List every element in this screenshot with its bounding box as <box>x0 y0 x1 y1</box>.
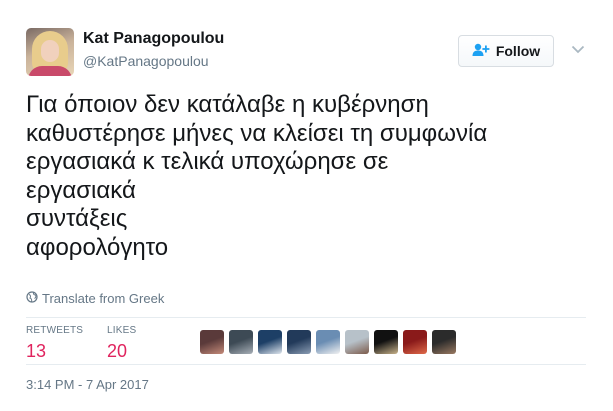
author-name[interactable]: Kat Panagopoulou <box>83 30 224 48</box>
add-user-icon <box>472 43 490 60</box>
tweet-line: Για όποιον δεν κατάλαβε η κυβέρνηση <box>26 91 429 118</box>
translate-link[interactable]: Translate from Greek <box>26 291 164 306</box>
divider <box>26 364 586 365</box>
liker-avatar-7[interactable] <box>374 330 398 354</box>
liker-avatar-4[interactable] <box>287 330 311 354</box>
tweet-line: συντάξεις <box>26 205 128 232</box>
retweets-count: 13 <box>26 341 47 361</box>
tweet-line: καθυστέρησε μήνες να κλείσει τη συμφωνία <box>26 119 488 147</box>
tweet-timestamp[interactable]: 3:14 PM - 7 Apr 2017 <box>26 377 149 392</box>
tweet-line: εργασιακά <box>26 176 136 204</box>
author-handle[interactable]: @KatPanagopoulou <box>83 53 209 69</box>
follow-button[interactable]: Follow <box>458 35 554 67</box>
likes-label: LIKES <box>107 325 137 336</box>
chevron-down-icon[interactable] <box>570 41 586 57</box>
liker-avatar-2[interactable] <box>229 330 253 354</box>
author-avatar[interactable] <box>26 28 74 76</box>
avatar-face <box>41 40 59 62</box>
liker-avatar-6[interactable] <box>345 330 369 354</box>
tweet-text: Για όποιον δεν κατάλαβε η κυβέρνηση καθυ… <box>26 91 596 262</box>
liker-avatar-5[interactable] <box>316 330 340 354</box>
follow-label: Follow <box>495 43 541 59</box>
liker-avatar-1[interactable] <box>200 330 224 354</box>
translate-label: Translate from Greek <box>42 291 165 306</box>
liker-avatar-9[interactable] <box>432 330 456 354</box>
likes-stat[interactable]: LIKES 20 <box>107 325 136 362</box>
avatar-shoulder <box>28 66 72 76</box>
tweet-line: εργασιακά κ τελικά υποχώρησε σε <box>26 148 389 175</box>
retweets-stat[interactable]: RETWEETS 13 <box>26 325 83 362</box>
retweets-label: RETWEETS <box>26 325 84 336</box>
divider <box>26 317 586 318</box>
likes-count: 20 <box>107 341 128 361</box>
tweet-line: αφορολόγητο <box>26 233 169 261</box>
globe-icon <box>26 291 38 306</box>
liker-avatar-3[interactable] <box>258 330 282 354</box>
liker-avatar-8[interactable] <box>403 330 427 354</box>
